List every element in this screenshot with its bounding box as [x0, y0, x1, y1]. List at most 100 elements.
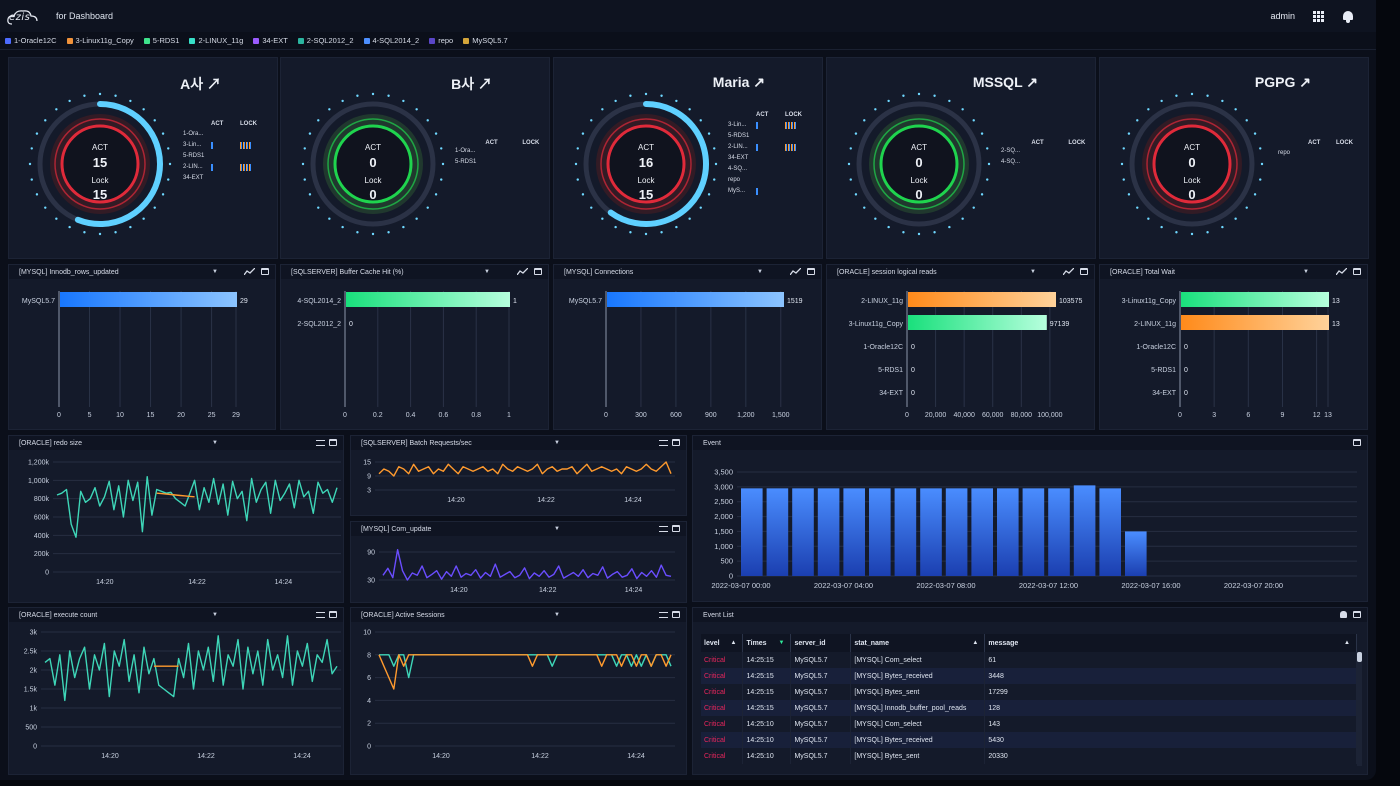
sort-arrow-icon[interactable]: ▲ — [972, 640, 978, 646]
line-chart-icon[interactable] — [790, 268, 801, 275]
column-header[interactable]: level ▲ — [701, 634, 744, 652]
dropdown-chevron-icon[interactable]: ▼ — [212, 612, 218, 618]
menu-icon[interactable] — [316, 440, 325, 446]
event-bar[interactable] — [1125, 531, 1147, 576]
filter-item[interactable]: repo — [429, 36, 453, 45]
event-bar[interactable] — [766, 488, 789, 576]
bar[interactable] — [607, 292, 784, 307]
column-header[interactable]: message ▲ — [984, 634, 1357, 652]
checkbox-icon[interactable] — [253, 37, 260, 44]
line-chart-icon[interactable] — [1336, 268, 1347, 275]
event-bar[interactable] — [1022, 488, 1045, 576]
maximize-icon[interactable] — [261, 268, 269, 275]
event-bar[interactable] — [741, 488, 763, 576]
maximize-icon[interactable] — [329, 611, 337, 618]
gauge-title[interactable]: B사 ↗ — [451, 74, 492, 94]
gauge-title[interactable]: A사 ↗ — [180, 74, 221, 94]
series-line[interactable] — [56, 476, 338, 538]
series-line[interactable] — [378, 654, 672, 690]
scrollbar[interactable] — [1357, 652, 1362, 766]
event-bar[interactable] — [869, 488, 891, 576]
event-bar[interactable] — [1099, 488, 1121, 576]
dropdown-chevron-icon[interactable]: ▼ — [212, 440, 218, 446]
menu-icon[interactable] — [659, 440, 668, 446]
series-line[interactable] — [382, 549, 672, 581]
bar[interactable] — [1181, 315, 1329, 330]
event-bar[interactable] — [997, 488, 1019, 576]
menu-icon[interactable] — [659, 526, 668, 532]
series-line[interactable] — [379, 654, 672, 679]
event-bar[interactable] — [945, 488, 968, 576]
bar[interactable] — [908, 292, 1056, 307]
event-bar[interactable] — [894, 488, 917, 576]
bar[interactable] — [346, 292, 510, 307]
filter-item[interactable]: 2-SQL2012_2 — [297, 36, 354, 45]
table-row[interactable]: Critical 14:25:15 MySQL5.7 [MYSQL] Bytes_se… — [701, 684, 1357, 700]
maximize-icon[interactable] — [807, 268, 815, 275]
maximize-icon[interactable] — [672, 611, 680, 618]
maximize-icon[interactable] — [1353, 439, 1361, 446]
event-bar[interactable] — [792, 488, 814, 576]
dropdown-chevron-icon[interactable]: ▼ — [484, 269, 490, 275]
dropdown-chevron-icon[interactable]: ▼ — [554, 526, 560, 532]
sort-arrow-icon[interactable]: ▲ — [731, 640, 737, 646]
maximize-icon[interactable] — [1353, 611, 1361, 618]
filter-item[interactable]: MySQL5.7 — [463, 36, 508, 45]
checkbox-icon[interactable] — [143, 37, 150, 44]
checkbox-icon[interactable] — [5, 37, 11, 44]
dropdown-chevron-icon[interactable]: ▼ — [757, 269, 763, 275]
scrollbar-thumb[interactable] — [1357, 652, 1362, 662]
user-name[interactable]: admin — [1270, 11, 1295, 21]
column-header[interactable]: Times ▼ — [742, 634, 792, 652]
filter-item[interactable]: 3-Linux11g_Copy — [66, 36, 134, 45]
event-bar[interactable] — [920, 488, 942, 576]
filter-item[interactable]: 5-RDS1 — [143, 36, 179, 45]
series-line[interactable] — [378, 461, 672, 477]
line-chart-icon[interactable] — [517, 268, 528, 275]
checkbox-icon[interactable] — [297, 37, 304, 44]
menu-icon[interactable] — [659, 612, 668, 618]
column-header[interactable]: stat_name ▲ — [850, 634, 986, 652]
event-bar[interactable] — [817, 488, 840, 576]
maximize-icon[interactable] — [1353, 268, 1361, 275]
dropdown-chevron-icon[interactable]: ▼ — [212, 269, 218, 275]
line-chart-icon[interactable] — [1063, 268, 1074, 275]
table-row[interactable]: Critical 14:25:10 MySQL5.7 [MYSQL] Bytes_re… — [701, 732, 1357, 748]
checkbox-icon[interactable] — [463, 37, 470, 44]
bar[interactable] — [60, 292, 237, 307]
dropdown-chevron-icon[interactable]: ▼ — [554, 440, 560, 446]
maximize-icon[interactable] — [672, 439, 680, 446]
bar[interactable] — [1181, 292, 1329, 307]
maximize-icon[interactable] — [672, 525, 680, 532]
checkbox-icon[interactable] — [189, 37, 196, 44]
maximize-icon[interactable] — [534, 268, 542, 275]
filter-item[interactable]: 2-LINUX_11g — [189, 36, 243, 45]
dropdown-chevron-icon[interactable]: ▼ — [554, 612, 560, 618]
filter-item[interactable]: 4-SQL2014_2 — [363, 36, 419, 45]
table-row[interactable]: Critical 14:25:15 MySQL5.7 [MYSQL] Innodb_b… — [701, 700, 1357, 716]
notification-bell-icon[interactable] — [1342, 10, 1354, 23]
series-line[interactable] — [44, 635, 338, 702]
apps-grid-icon[interactable] — [1313, 10, 1324, 22]
dropdown-chevron-icon[interactable]: ▼ — [1030, 269, 1036, 275]
event-bar[interactable] — [1048, 488, 1070, 576]
event-bar[interactable] — [843, 488, 865, 576]
filter-item[interactable]: 1-Oracle12C — [5, 36, 57, 45]
filter-item[interactable]: 34-EXT — [253, 36, 288, 45]
app-logo[interactable]: ezis — [6, 7, 42, 25]
checkbox-icon[interactable] — [66, 37, 73, 44]
line-chart-icon[interactable] — [244, 268, 255, 275]
table-row[interactable]: Critical 14:25:15 MySQL5.7 [MYSQL] Bytes_re… — [701, 668, 1357, 684]
sort-arrow-icon[interactable]: ▲ — [1344, 640, 1350, 646]
maximize-icon[interactable] — [1080, 268, 1088, 275]
event-bar[interactable] — [971, 488, 993, 576]
column-header[interactable]: server_id — [790, 634, 852, 652]
checkbox-icon[interactable] — [363, 37, 370, 44]
dropdown-chevron-icon[interactable]: ▼ — [1303, 269, 1309, 275]
sort-arrow-icon[interactable]: ▼ — [778, 640, 784, 646]
notification-off-icon[interactable] — [1340, 611, 1347, 618]
table-row[interactable]: Critical 14:25:15 MySQL5.7 [MYSQL] Com_sele… — [701, 652, 1357, 668]
bar[interactable] — [908, 315, 1047, 330]
maximize-icon[interactable] — [329, 439, 337, 446]
event-bar[interactable] — [1073, 485, 1096, 576]
